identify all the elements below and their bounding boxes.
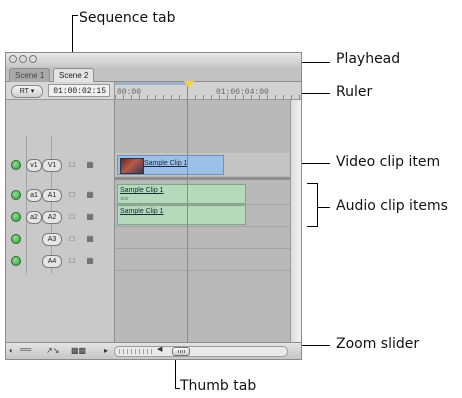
dest-control-v1[interactable]: V1 (42, 159, 62, 172)
zoom-button[interactable] (29, 55, 37, 63)
video-clip-item[interactable]: Sample Clip 1 (117, 155, 224, 175)
video-clip-label: Sample Clip 1 (144, 160, 188, 167)
lock-icon[interactable]: □ (68, 234, 76, 243)
zoom-left-arrow-icon[interactable]: ◀ (157, 345, 162, 353)
auto-select-icon[interactable]: ▦ (86, 256, 94, 265)
callout-audio-clip-items: Audio clip items (336, 198, 448, 214)
video-audio-separator (115, 177, 291, 180)
track-visibility-icon[interactable] (11, 160, 21, 170)
vertical-scrollbar[interactable] (290, 100, 301, 344)
timecode-field[interactable]: 01:00:02:15 (48, 84, 110, 97)
auto-select-icon[interactable]: ▦ (86, 234, 94, 243)
audio-clip-label: Sample Clip 1 (120, 208, 164, 215)
track-height-icon[interactable]: ══ (20, 345, 31, 354)
callout-line-thumb-tab-h (175, 388, 180, 389)
tab-scene-1[interactable]: Scene 1 (9, 68, 51, 82)
link-icon: ≡≡ (120, 196, 129, 203)
track-control-a4: A4 □ ▦ (6, 251, 114, 271)
callout-line-zoom-slider (302, 345, 330, 346)
scroll-arrow-icon[interactable]: ▸ (104, 346, 108, 355)
source-control-a1[interactable]: a1 (26, 189, 42, 202)
speaker-icon[interactable] (11, 190, 21, 200)
track-layout-icon[interactable]: ▩▩ (71, 346, 86, 355)
speaker-icon[interactable] (11, 234, 21, 244)
timeline-ruler[interactable]: 00:00 01:00:04:00 (114, 82, 301, 99)
render-status-bar (115, 82, 187, 85)
playhead-marker[interactable] (184, 81, 194, 88)
auto-select-icon[interactable]: ▦ (86, 212, 94, 221)
minimize-button[interactable] (19, 55, 27, 63)
callout-bracket-stem (317, 207, 330, 208)
track-area: v1 V1 □ ▦ a1 A1 □ ▦ a2 A2 □ ▦ A3 □ ▦ A4 … (6, 83, 301, 344)
timeline-bottom-bar: ◐ ══ ↗↘ ▩▩ ▸ ◀ (6, 342, 301, 359)
track-control-a2: a2 A2 □ ▦ (6, 207, 114, 227)
ruler-ticks (115, 95, 301, 99)
callout-bracket-bottom (307, 226, 317, 227)
source-control-v1[interactable]: v1 (26, 159, 42, 172)
callout-playhead: Playhead (336, 51, 401, 67)
lock-icon[interactable]: □ (68, 256, 76, 265)
audio-clip-label: Sample Clip 1 (120, 187, 164, 194)
zoom-slider-ticks (119, 349, 153, 354)
track-control-column: v1 V1 □ ▦ a1 A1 □ ▦ a2 A2 □ ▦ A3 □ ▦ A4 … (6, 100, 115, 344)
playhead-line (187, 83, 188, 344)
auto-select-icon[interactable]: ▦ (86, 190, 94, 199)
callout-video-clip-item: Video clip item (336, 154, 441, 170)
callout-ruler: Ruler (336, 84, 373, 100)
clip-overlays-icon[interactable]: ◐ (9, 346, 14, 355)
rt-popup-button[interactable]: RT ▾ (11, 85, 43, 98)
timeline-content[interactable]: Sample Clip 1 Sample Clip 1 ≡≡ Sample Cl… (115, 100, 291, 344)
clip-thumbnail (120, 158, 144, 174)
dest-control-a3[interactable]: A3 (42, 233, 62, 246)
callout-thumb-tab: Thumb tab (180, 378, 257, 394)
track-divider (115, 248, 291, 249)
callout-zoom-slider: Zoom slider (336, 336, 420, 352)
zoom-slider[interactable]: ◀ (114, 346, 288, 357)
track-control-a1: a1 A1 □ ▦ (6, 185, 114, 205)
speaker-icon[interactable] (11, 256, 21, 266)
source-control-a2[interactable]: a2 (26, 211, 42, 224)
timeline-window: Scene 1 Scene 2 RT ▾ 01:00:02:15 00:00 0… (5, 52, 302, 360)
speaker-icon[interactable] (11, 212, 21, 222)
dest-control-a2[interactable]: A2 (42, 211, 62, 224)
dest-control-a4[interactable]: A4 (42, 255, 62, 268)
dest-control-a1[interactable]: A1 (42, 189, 62, 202)
close-button[interactable] (9, 55, 17, 63)
tab-scene-2[interactable]: Scene 2 (53, 68, 95, 82)
clip-keyframes-icon[interactable]: ↗↘ (46, 346, 59, 355)
lock-icon[interactable]: □ (68, 190, 76, 199)
lock-icon[interactable]: □ (68, 160, 76, 169)
callout-sequence-tab: Sequence tab (79, 10, 176, 26)
title-bar (6, 53, 301, 67)
callout-line-ruler (302, 93, 330, 94)
audio-clip-item[interactable]: Sample Clip 1 ≡≡ (117, 184, 246, 204)
thumb-tab[interactable] (172, 347, 190, 356)
track-divider (115, 226, 291, 227)
rt-button-label: RT (19, 88, 29, 95)
timeline-header: RT ▾ 01:00:02:15 00:00 01:00:04:00 (6, 82, 301, 100)
sequence-tab-bar: Scene 1 Scene 2 (6, 67, 301, 82)
callout-bracket-v (317, 183, 318, 227)
track-control-a3: A3 □ ▦ (6, 229, 114, 249)
callout-tick-sequence-tab (72, 15, 78, 16)
auto-select-icon[interactable]: ▦ (86, 160, 94, 169)
lock-icon[interactable]: □ (68, 212, 76, 221)
audio-clip-item[interactable]: Sample Clip 1 (117, 205, 246, 225)
callout-bracket-top (307, 183, 317, 184)
track-divider (115, 270, 291, 271)
track-control-v1: v1 V1 □ ▦ (6, 155, 114, 175)
